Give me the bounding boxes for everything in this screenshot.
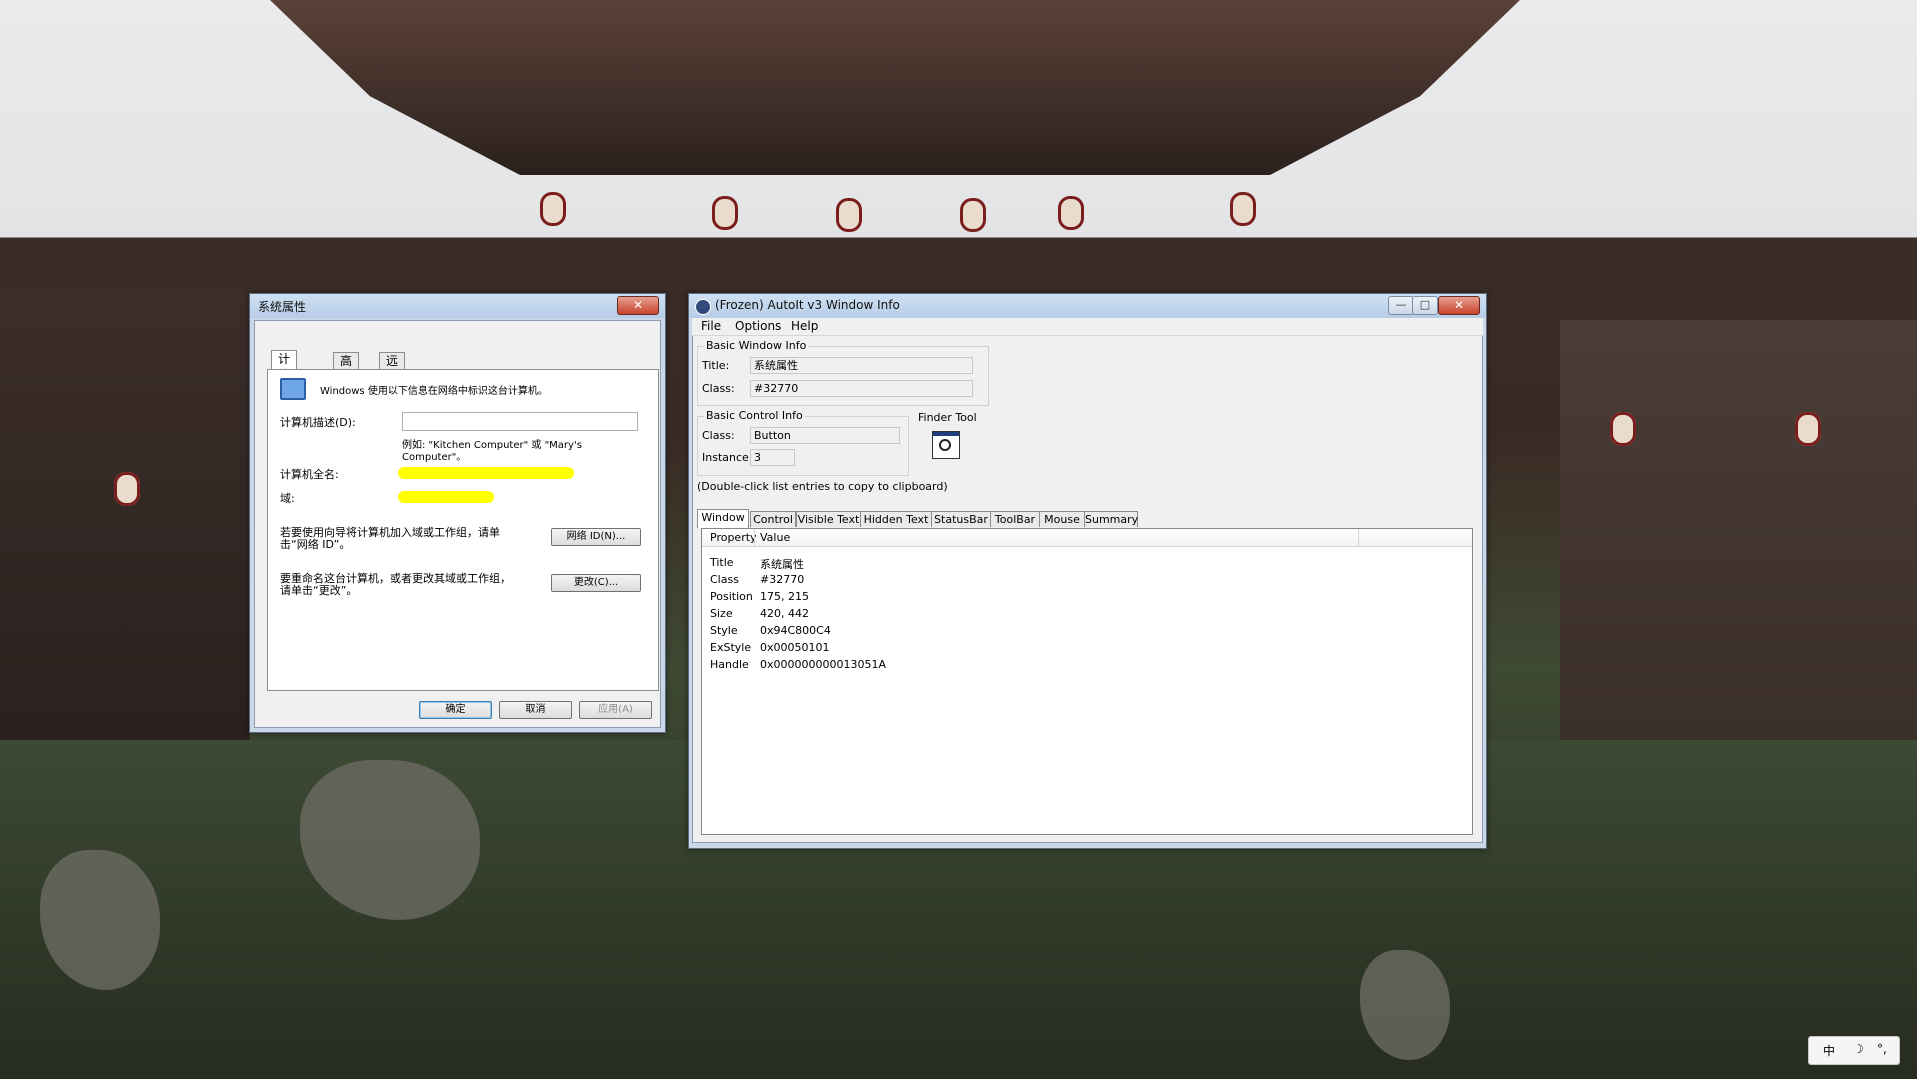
instance-label: Instance: (702, 451, 753, 464)
tab-control[interactable]: Control (750, 511, 796, 527)
lantern (836, 198, 862, 232)
minimize-button[interactable]: — (1388, 296, 1414, 315)
title-label: Title: (702, 359, 730, 372)
left-building (0, 292, 250, 752)
column-separator (754, 529, 755, 546)
redacted-full-name (398, 467, 574, 479)
autoit-logo-icon (695, 299, 711, 315)
column-property[interactable]: Property (710, 531, 757, 544)
lantern (114, 472, 140, 506)
example-text-line2: Computer"。 (402, 452, 467, 463)
control-class-value[interactable]: Button (750, 427, 900, 444)
apply-button[interactable]: 应用(A) (579, 701, 652, 719)
ok-button[interactable]: 确定 (419, 701, 492, 719)
pagoda-roof (270, 0, 1520, 175)
moon-icon[interactable]: ☽ (1853, 1042, 1864, 1056)
row-property: Handle (710, 658, 749, 671)
computer-icon (280, 378, 306, 400)
lantern (1230, 192, 1256, 226)
redacted-domain (398, 491, 494, 503)
lantern (960, 198, 986, 232)
autoit-client: Basic Window Info Title: 系统属性 Class: #32… (692, 336, 1483, 843)
class-label: Class: (702, 382, 735, 395)
lantern (540, 192, 566, 226)
tab-visible-text[interactable]: Visible Text (796, 511, 861, 527)
hint-text: (Double-click list entries to copy to cl… (697, 480, 948, 493)
computer-name-panel: Windows 使用以下信息在网络中标识这台计算机。 计算机描述(D): 例如:… (267, 369, 659, 691)
ime-indicator[interactable]: 中 (1823, 1042, 1835, 1059)
punctuation-icon[interactable]: °, (1877, 1042, 1887, 1056)
tab-window[interactable]: Window (697, 509, 749, 528)
finder-tool-label: Finder Tool (918, 411, 977, 424)
tab-remote[interactable]: 远程 (379, 352, 406, 384)
menu-options[interactable]: Options (730, 319, 786, 333)
row-value: 0x00050101 (760, 641, 830, 654)
cancel-button[interactable]: 取消 (499, 701, 572, 719)
row-property: Style (710, 624, 738, 637)
change-button[interactable]: 更改(C)... (551, 574, 641, 592)
group-title: Basic Window Info (704, 339, 809, 352)
column-separator (1358, 529, 1359, 546)
tab-hidden-text[interactable]: Hidden Text (860, 511, 932, 527)
window-title: (Frozen) AutoIt v3 Window Info (715, 298, 900, 312)
row-property: ExStyle (710, 641, 752, 654)
row-value: 420, 442 (760, 607, 809, 620)
close-button[interactable]: ✕ (1438, 296, 1480, 315)
row-property: Position (710, 590, 753, 603)
window-title: 系统属性 (258, 300, 307, 314)
language-bar[interactable]: 中 ☽ °, (1808, 1036, 1900, 1065)
property-list[interactable]: Property Value Title 系统属性 Class #32770 Pos… (701, 528, 1473, 835)
row-value: 0x94C800C4 (760, 624, 831, 637)
tab-statusbar[interactable]: StatusBar (931, 511, 991, 527)
full-name-label: 计算机全名: (280, 468, 339, 481)
finder-tool-group: Finder Tool (915, 411, 985, 476)
intro-text: Windows 使用以下信息在网络中标识这台计算机。 (320, 386, 548, 397)
title-bar[interactable]: 系统属性 ✕ (250, 294, 665, 318)
autoit-window-info[interactable]: (Frozen) AutoIt v3 Window Info — □ ✕ Fil… (688, 293, 1487, 849)
row-value: 系统属性 (760, 558, 804, 571)
menu-file[interactable]: File (696, 319, 726, 333)
network-id-text-line2: 击“网络 ID”。 (280, 538, 351, 551)
rename-text-line2: 请单击“更改”。 (280, 584, 358, 597)
instance-value[interactable]: 3 (750, 449, 795, 466)
domain-label: 域: (280, 492, 295, 505)
network-id-button[interactable]: 网络 ID(N)... (551, 528, 641, 546)
class-value[interactable]: #32770 (750, 380, 973, 397)
finder-tool-icon[interactable] (932, 431, 960, 459)
right-building (1560, 320, 1917, 740)
row-value: 175, 215 (760, 590, 809, 603)
menu-help[interactable]: Help (786, 319, 823, 333)
title-value[interactable]: 系统属性 (750, 357, 973, 374)
basic-window-info-group: Basic Window Info Title: 系统属性 Class: #32… (697, 339, 989, 406)
lantern (712, 196, 738, 230)
close-button[interactable]: ✕ (617, 296, 659, 315)
tab-mouse[interactable]: Mouse (1039, 511, 1085, 527)
row-value: 0x000000000013051A (760, 658, 887, 671)
tab-toolbar[interactable]: ToolBar (990, 511, 1040, 527)
lantern (1058, 196, 1084, 230)
row-property: Class (710, 573, 739, 586)
description-label: 计算机描述(D): (280, 416, 356, 429)
maximize-button[interactable]: □ (1412, 296, 1438, 315)
dialog-client: 计算机名 高级 远程 Windows 使用以下信息在网络中标识这台计算机。 计算… (254, 320, 661, 728)
system-properties-window[interactable]: 系统属性 ✕ 计算机名 高级 远程 Windows 使用以下信息在网络中标识这台… (249, 293, 666, 733)
column-value[interactable]: Value (760, 531, 790, 544)
control-class-label: Class: (702, 429, 735, 442)
tab-advanced[interactable]: 高级 (333, 352, 360, 384)
lantern (1610, 412, 1636, 446)
basic-control-info-group: Basic Control Info Class: Button Instanc… (697, 409, 909, 476)
menu-bar: File Options Help (692, 318, 1483, 336)
row-property: Title (710, 556, 734, 569)
row-property: Size (710, 607, 733, 620)
tab-computer-name[interactable]: 计算机名 (271, 350, 298, 414)
tab-summary[interactable]: Summary (1084, 511, 1138, 527)
row-value: #32770 (760, 573, 805, 586)
list-header: Property Value (702, 529, 1472, 547)
description-input[interactable] (402, 412, 638, 431)
group-title: Basic Control Info (704, 409, 805, 422)
title-bar[interactable]: (Frozen) AutoIt v3 Window Info — □ ✕ (689, 294, 1486, 318)
lantern (1795, 412, 1821, 446)
